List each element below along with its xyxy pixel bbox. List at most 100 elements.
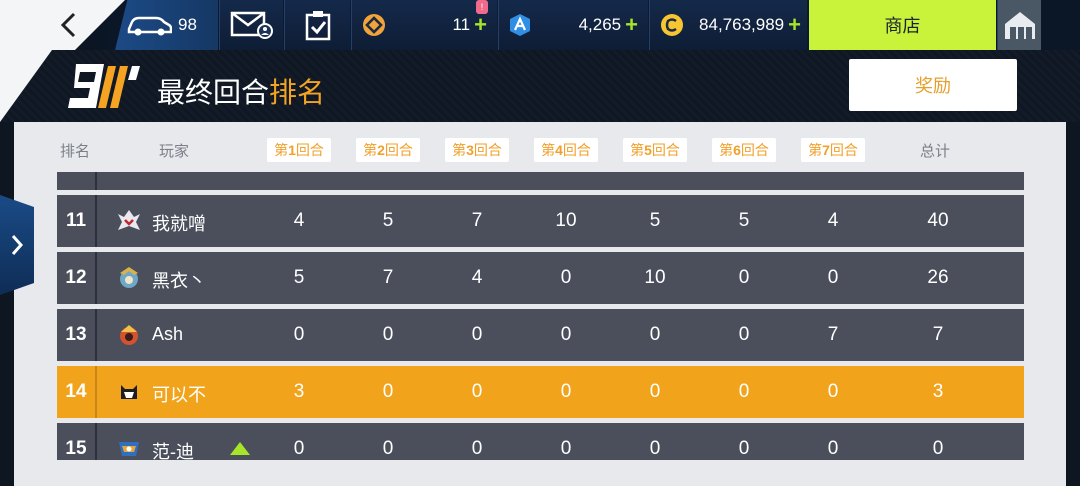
round-score: 0 bbox=[827, 381, 839, 402]
round-number: 2 bbox=[377, 142, 385, 158]
round-post: 回合 bbox=[295, 142, 324, 158]
mail-button[interactable] bbox=[219, 0, 283, 50]
table-row[interactable]: 13 Ash 0 0 0 0 0 0 7 7 bbox=[57, 309, 1024, 361]
round-score: 0 bbox=[827, 438, 839, 459]
clipboard-check-icon bbox=[305, 11, 330, 41]
gold-coin-icon bbox=[661, 14, 683, 36]
round-post: 回合 bbox=[651, 142, 680, 158]
side-expand-tab[interactable] bbox=[0, 195, 34, 295]
round-pre: 第 bbox=[452, 142, 467, 158]
ranking-table: 11 我就噌 4 5 7 10 5 5 4 40 12 黑衣丶 5 7 4 0 10 0 0 26 13 Ash 0 0 0 0 0… bbox=[57, 172, 1024, 460]
rank-separator bbox=[95, 195, 97, 247]
player-avatar-icon bbox=[116, 322, 142, 348]
page-title-accent: 排名 bbox=[269, 77, 326, 108]
round-pre: 第 bbox=[719, 142, 734, 158]
round-score: 0 bbox=[471, 381, 483, 402]
round-pre: 第 bbox=[363, 142, 378, 158]
player-name: 黑衣丶 bbox=[152, 271, 206, 291]
round-score: 0 bbox=[293, 438, 305, 459]
header-round-5: 第 5 回合 bbox=[623, 138, 687, 162]
player-name: 我就噌 bbox=[152, 214, 206, 234]
round-post: 回合 bbox=[384, 142, 413, 158]
table-row[interactable]: 12 黑衣丶 5 7 4 0 10 0 0 26 bbox=[57, 252, 1024, 304]
round-score: 0 bbox=[382, 381, 394, 402]
round-score: 7 bbox=[827, 324, 839, 345]
round-score: 4 bbox=[293, 210, 305, 231]
round-score: 0 bbox=[738, 324, 750, 345]
blue-currency[interactable]: 4,265 + bbox=[498, 0, 648, 50]
car-icon bbox=[127, 16, 172, 36]
round-score: 0 bbox=[738, 267, 750, 288]
player-name: 范-迪 bbox=[152, 442, 194, 460]
round-post: 回合 bbox=[829, 142, 858, 158]
car-count: 98 bbox=[178, 15, 197, 34]
add-blue-token-button[interactable]: + bbox=[625, 12, 638, 38]
player-name: Ash bbox=[152, 324, 184, 344]
header-rank: 排名 bbox=[59, 143, 91, 160]
round-score: 0 bbox=[649, 381, 661, 402]
round-score: 0 bbox=[827, 267, 839, 288]
mail-icon bbox=[230, 11, 273, 39]
row-rank: 14 bbox=[65, 381, 87, 402]
total-score: 26 bbox=[927, 267, 949, 288]
round-number: 1 bbox=[288, 142, 296, 158]
round-score: 0 bbox=[471, 438, 483, 459]
rank-separator bbox=[95, 172, 97, 190]
total-score: 3 bbox=[932, 381, 944, 402]
diamond-value: 11 bbox=[452, 15, 471, 34]
round-score: 0 bbox=[382, 324, 394, 345]
add-gold-button[interactable]: + bbox=[788, 12, 801, 38]
table-row-partial bbox=[57, 172, 1024, 190]
round-score: 0 bbox=[560, 381, 572, 402]
header-round-1: 第 1 回合 bbox=[267, 138, 331, 162]
total-score: 40 bbox=[927, 210, 949, 231]
garage-car-count[interactable]: 98 bbox=[115, 0, 218, 50]
round-number: 4 bbox=[555, 142, 563, 158]
tasks-button[interactable] bbox=[284, 0, 350, 50]
table-header: 排名 玩家 第 1 回合第 2 回合第 3 回合第 4 回合第 5 回合第 6 回合第 7 回合 总计 bbox=[14, 130, 1066, 170]
add-diamond-button[interactable]: + bbox=[474, 12, 487, 38]
blue-token-value: 4,265 bbox=[578, 15, 622, 34]
shop-button[interactable]: 商店 bbox=[809, 0, 996, 50]
round-score: 0 bbox=[560, 267, 572, 288]
round-score: 0 bbox=[560, 438, 572, 459]
player-avatar-icon bbox=[116, 436, 142, 460]
page-title: 最终回合排名 bbox=[157, 71, 325, 111]
round-score: 5 bbox=[382, 210, 394, 231]
gold-currency[interactable]: 84,763,989 + bbox=[649, 0, 807, 50]
round-pre: 第 bbox=[274, 142, 289, 158]
header-round-4: 第 4 回合 bbox=[534, 138, 598, 162]
round-score: 0 bbox=[649, 324, 661, 345]
back-button[interactable] bbox=[52, 8, 86, 42]
table-row[interactable]: 15 范-迪 0 0 0 0 0 0 0 0 bbox=[57, 423, 1024, 460]
chevron-right-icon bbox=[11, 235, 24, 255]
header-player: 玩家 bbox=[158, 143, 190, 160]
round-score: 5 bbox=[738, 210, 750, 231]
rank-separator bbox=[95, 309, 97, 361]
round-score: 5 bbox=[649, 210, 661, 231]
reward-button[interactable]: 奖励 bbox=[849, 59, 1017, 111]
page-title-prefix: 最终回合 bbox=[157, 77, 270, 108]
round-number: 6 bbox=[733, 142, 741, 158]
total-score: 7 bbox=[932, 324, 944, 345]
round-score: 0 bbox=[649, 438, 661, 459]
table-row[interactable]: 14 可以不 3 0 0 0 0 0 0 3 bbox=[57, 366, 1024, 418]
home-icon bbox=[1004, 12, 1035, 39]
round-number: 7 bbox=[822, 142, 830, 158]
round-pre: 第 bbox=[808, 142, 823, 158]
player-avatar-icon bbox=[116, 265, 142, 291]
header-round-6: 第 6 回合 bbox=[712, 138, 776, 162]
row-rank: 11 bbox=[65, 210, 87, 231]
header-round-7: 第 7 回合 bbox=[801, 138, 865, 162]
table-row[interactable]: 11 我就噌 4 5 7 10 5 5 4 40 bbox=[57, 195, 1024, 247]
round-score: 0 bbox=[293, 324, 305, 345]
header-round-2: 第 2 回合 bbox=[356, 138, 420, 162]
gold-coin-value: 84,763,989 bbox=[699, 15, 785, 34]
row-rank: 13 bbox=[65, 324, 87, 345]
round-score: 4 bbox=[827, 210, 839, 231]
player-avatar-icon bbox=[116, 379, 142, 405]
total-score: 0 bbox=[932, 438, 944, 459]
header-total: 总计 bbox=[919, 143, 951, 160]
round-post: 回合 bbox=[740, 142, 769, 158]
home-button[interactable] bbox=[997, 0, 1041, 50]
